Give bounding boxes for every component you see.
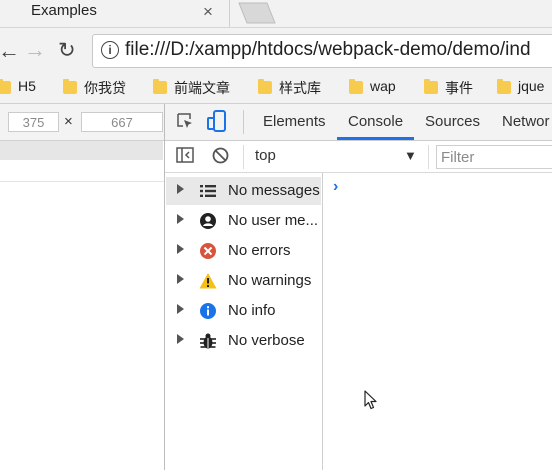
expand-triangle-icon[interactable] xyxy=(177,244,184,254)
console-output[interactable] xyxy=(323,173,552,470)
sidebar-item-errors[interactable]: No errors xyxy=(166,237,321,265)
bookmark-label: 你我贷 xyxy=(84,80,126,96)
tab-close-icon[interactable]: × xyxy=(203,2,213,22)
info-icon xyxy=(200,303,216,319)
tab-console[interactable]: Console xyxy=(348,113,403,130)
inspect-element-icon[interactable] xyxy=(176,112,194,130)
url-text[interactable]: file:///D:/xampp/htdocs/webpack-demo/dem… xyxy=(125,39,531,61)
bookmark-label: H5 xyxy=(18,78,36,94)
page-viewport[interactable] xyxy=(0,182,165,470)
mouse-cursor-icon xyxy=(364,390,377,410)
filter-input[interactable] xyxy=(436,145,552,169)
bookmark-label: 前端文章 xyxy=(174,80,230,96)
bookmark-label: wap xyxy=(370,78,396,94)
folder-icon xyxy=(497,79,511,94)
dropdown-arrow-icon[interactable]: ▼ xyxy=(404,148,417,163)
folder-icon xyxy=(153,79,167,94)
back-arrow-icon[interactable]: ← xyxy=(0,38,20,64)
toolbar-separator xyxy=(243,145,244,169)
user-icon xyxy=(200,213,216,229)
sidebar-item-info[interactable]: No info xyxy=(166,297,321,325)
reload-icon[interactable]: ↻ xyxy=(58,38,76,63)
expand-triangle-icon[interactable] xyxy=(177,334,184,344)
sidebar-item-warnings[interactable]: No warnings xyxy=(166,267,321,295)
folder-icon xyxy=(258,79,272,94)
clear-console-icon[interactable] xyxy=(212,147,229,164)
folder-icon xyxy=(63,79,77,94)
forward-arrow-icon[interactable]: → xyxy=(24,37,46,63)
media-query-bar[interactable] xyxy=(0,141,163,160)
sidebar-item-messages[interactable]: No messages xyxy=(166,177,321,205)
expand-triangle-icon[interactable] xyxy=(177,184,184,194)
page-info-icon[interactable]: i xyxy=(101,41,119,59)
folder-icon xyxy=(0,79,11,94)
bug-icon xyxy=(200,333,216,349)
tab-network[interactable]: Networ xyxy=(502,113,550,130)
active-tab-indicator xyxy=(337,137,414,140)
folder-icon xyxy=(349,79,363,94)
expand-triangle-icon[interactable] xyxy=(177,274,184,284)
device-toolbar-toggle-icon[interactable] xyxy=(207,110,229,132)
error-icon xyxy=(200,243,216,259)
sidebar-toggle-icon[interactable] xyxy=(176,147,194,163)
sidebar-item-label: No info xyxy=(228,302,276,319)
sidebar-item-label: No user me... xyxy=(228,212,319,229)
sidebar-item-label: No errors xyxy=(228,242,291,259)
tab-sources[interactable]: Sources xyxy=(425,113,480,130)
sidebar-item-label: No warnings xyxy=(228,272,312,289)
list-icon xyxy=(200,185,216,197)
bookmark-label: 样式库 xyxy=(279,80,321,96)
warning-icon xyxy=(199,273,217,289)
new-tab-button[interactable] xyxy=(237,2,277,24)
device-width-input[interactable] xyxy=(8,112,59,132)
console-prompt-icon[interactable]: › xyxy=(333,178,338,196)
expand-triangle-icon[interactable] xyxy=(177,304,184,314)
sidebar-item-label: No verbose xyxy=(228,332,305,349)
tab-separator xyxy=(229,0,230,27)
folder-icon xyxy=(424,79,438,94)
toolbar-separator xyxy=(243,110,244,134)
toolbar-separator xyxy=(428,145,429,169)
bookmark-label: 事件 xyxy=(445,80,473,96)
context-selector[interactable]: top xyxy=(255,147,276,164)
sidebar-item-verbose[interactable]: No verbose xyxy=(166,327,321,355)
device-height-input[interactable] xyxy=(81,112,163,132)
dimension-separator: × xyxy=(64,113,73,130)
bookmark-label: jque xyxy=(518,78,545,94)
tab-title: Examples xyxy=(31,2,97,19)
expand-triangle-icon[interactable] xyxy=(177,214,184,224)
sidebar-item-label: No messages xyxy=(228,182,320,199)
tab-elements[interactable]: Elements xyxy=(263,113,326,130)
sidebar-item-user-messages[interactable]: No user me... xyxy=(166,207,321,235)
